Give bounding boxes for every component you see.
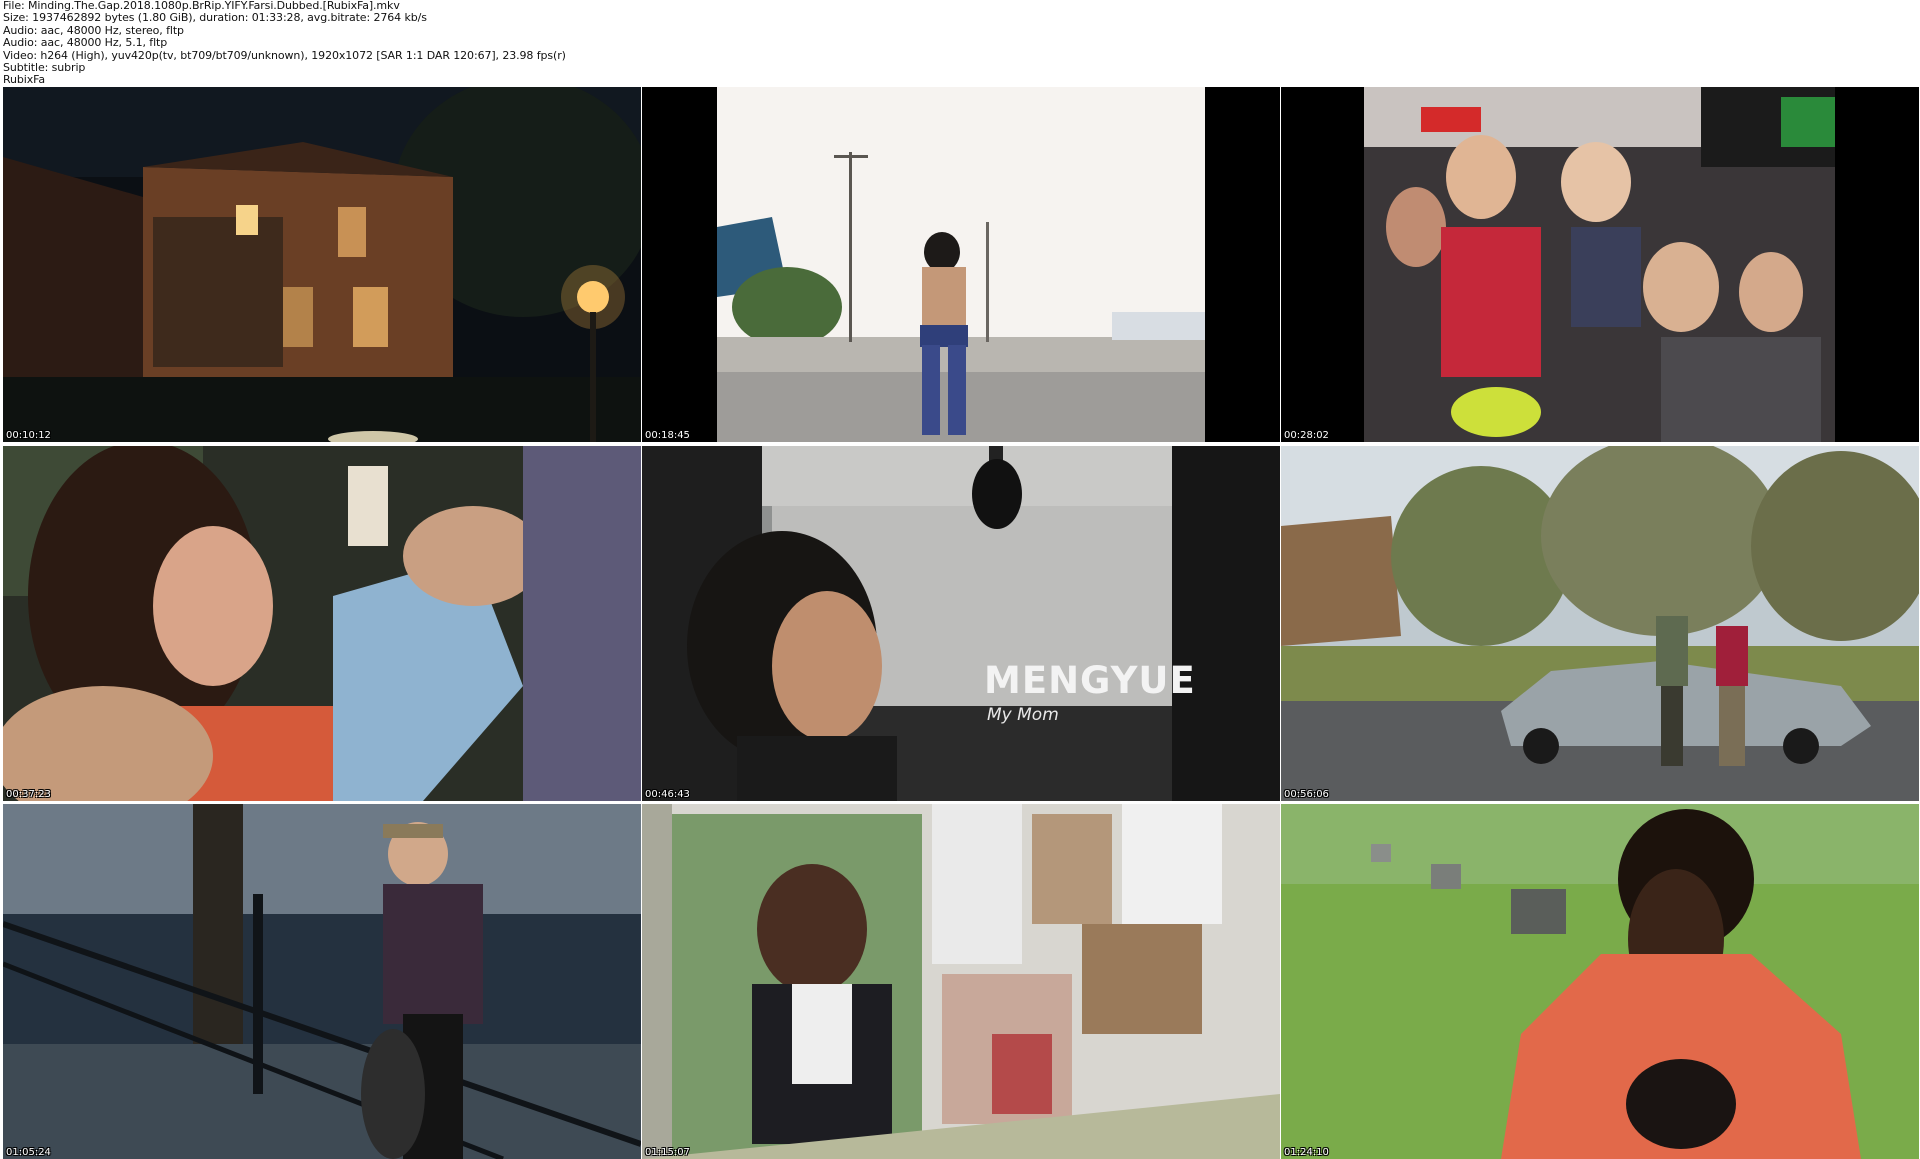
interview-image [642, 446, 1280, 801]
rooftop-skater-image [642, 87, 1280, 442]
frame-thumbnail-9[interactable]: 01:24:10 [1281, 804, 1919, 1159]
street-car-image [1281, 446, 1919, 801]
timestamp-label: 00:18:45 [645, 430, 690, 441]
frame-thumbnail-1[interactable]: 00:10:12 [3, 87, 641, 442]
relation-caption: My Mom [987, 705, 1059, 725]
file-size-duration: Size: 1937462892 bytes (1.80 GiB), durat… [3, 11, 427, 25]
frame-thumbnail-8[interactable]: 01:15:07 [642, 804, 1280, 1159]
release-tag: RubixFa [3, 73, 46, 87]
mother-baby-image [3, 446, 641, 801]
video-stream: Video: h264 (High), yuv420p(tv, bt709/bt… [3, 48, 566, 62]
file-info-header: File: Minding.The.Gap.2018.1080p.BrRip.Y… [3, 0, 1913, 86]
timestamp-label: 00:37:23 [6, 789, 51, 800]
subtitle-track: Subtitle: subrip [3, 61, 86, 75]
timestamp-label: 01:05:24 [6, 1147, 51, 1158]
timestamp-label: 00:56:06 [1284, 789, 1329, 800]
frame-thumbnail-4[interactable]: 00:37:23 [3, 446, 641, 801]
frame-thumbnail-7[interactable]: 01:05:24 [3, 804, 641, 1159]
name-caption: MENGYUE [984, 659, 1196, 702]
timestamp-label: 01:15:07 [645, 1147, 690, 1158]
timestamp-label: 01:24:10 [1284, 1147, 1329, 1158]
night-house-image [3, 87, 641, 442]
timestamp-label: 00:28:02 [1284, 430, 1329, 441]
frame-thumbnail-2[interactable]: 00:18:45 [642, 87, 1280, 442]
cemetery-smile-image [1281, 804, 1919, 1159]
timestamp-label: 00:10:12 [6, 430, 51, 441]
thumbnail-grid: 00:10:12 00:18:45 00:28:02 00:37:23 MENG… [0, 87, 1920, 1159]
timestamp-label: 00:46:43 [645, 789, 690, 800]
frame-thumbnail-3[interactable]: 00:28:02 [1281, 87, 1919, 442]
kids-bmx-image [1281, 87, 1919, 442]
frame-thumbnail-6[interactable]: 00:56:06 [1281, 446, 1919, 801]
stairs-skater-image [3, 804, 641, 1159]
photo-wall-image [642, 804, 1280, 1159]
audio-track-1: Audio: aac, 48000 Hz, stereo, fltp [3, 23, 184, 37]
frame-thumbnail-5[interactable]: MENGYUE My Mom 00:46:43 [642, 446, 1280, 801]
audio-track-2: Audio: aac, 48000 Hz, 5.1, fltp [3, 36, 168, 50]
